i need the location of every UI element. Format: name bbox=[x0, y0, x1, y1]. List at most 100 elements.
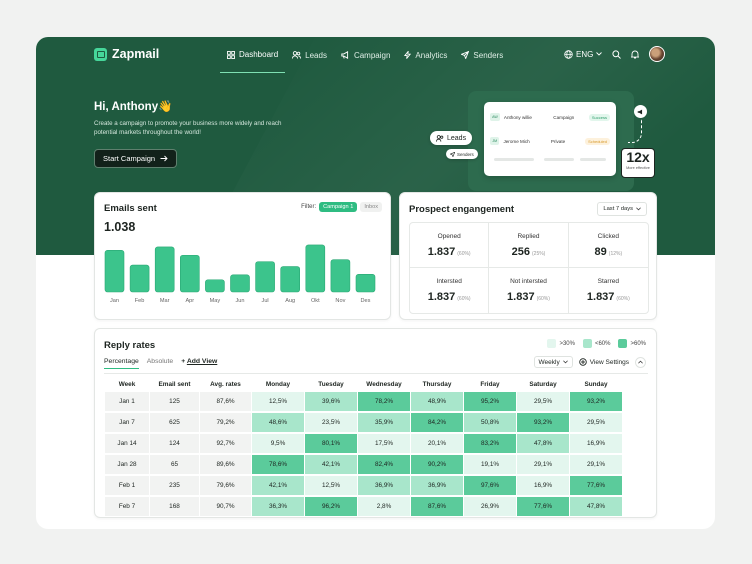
metric-label: Not intersted bbox=[510, 278, 547, 285]
col-email-sent: Email sent bbox=[158, 380, 191, 388]
bar-feb[interactable] bbox=[129, 264, 150, 293]
app-name: Zapmail bbox=[112, 47, 160, 61]
legend-item: >60% bbox=[618, 339, 646, 348]
users-icon bbox=[292, 51, 302, 59]
col-avg-rates: Avg. rates bbox=[210, 380, 241, 388]
metric-value: 89 bbox=[594, 245, 607, 258]
metric-value: 1.837 bbox=[586, 291, 615, 303]
tab-percentage[interactable]: Percentage bbox=[104, 358, 139, 369]
bar-nov[interactable] bbox=[330, 259, 351, 293]
send-icon bbox=[461, 51, 470, 59]
bar-jan[interactable] bbox=[104, 250, 125, 293]
heatmap-cell: 77,6% bbox=[570, 476, 622, 495]
metric-percent: (60%) bbox=[616, 296, 630, 302]
cell-email-sent: 625 bbox=[150, 413, 199, 432]
bar-jun[interactable] bbox=[230, 274, 250, 293]
heatmap-cell: 93,2% bbox=[517, 413, 569, 432]
x-tick-label: Des bbox=[361, 298, 371, 304]
bar-aug[interactable] bbox=[280, 266, 300, 293]
heatmap-cell: 42,1% bbox=[252, 476, 304, 495]
table-header-row: Week Email sent Avg. rates Monday Tuesda… bbox=[105, 378, 622, 390]
heatmap-cell: 77,6% bbox=[517, 497, 569, 516]
bar-des[interactable] bbox=[355, 274, 376, 293]
bar-jul[interactable] bbox=[255, 261, 275, 293]
nav-item-label: Campaign bbox=[353, 50, 391, 60]
metric-opened: Opened 1.837 (60%) bbox=[410, 223, 490, 268]
heatmap-cell: 90,2% bbox=[411, 455, 463, 474]
leads-pill-label: Leads bbox=[447, 134, 467, 142]
col-sunday: Sunday bbox=[584, 380, 608, 388]
filter-chip-inbox[interactable]: Inbox bbox=[360, 202, 382, 212]
avatar[interactable] bbox=[649, 46, 666, 62]
heatmap-cell: 84,2% bbox=[411, 413, 463, 432]
heatmap-cell: 48,6% bbox=[252, 413, 304, 432]
collapse-button[interactable] bbox=[635, 356, 646, 368]
reply-rates-title: Reply rates bbox=[104, 340, 156, 351]
metrics-grid: Opened 1.837 (60%) Replied 256 (25%) Click… bbox=[409, 222, 649, 314]
top-nav: Zapmail Dashboard Leads Campaign Analyti… bbox=[36, 37, 715, 73]
status-badge: Scheduled bbox=[585, 137, 610, 145]
nav-item-senders[interactable]: Senders bbox=[454, 37, 510, 73]
start-campaign-button[interactable]: Start Campaign bbox=[94, 149, 178, 168]
chevron-down-icon bbox=[562, 360, 568, 364]
bell-icon[interactable] bbox=[631, 50, 640, 59]
bar-okt[interactable] bbox=[305, 244, 326, 293]
cell-email-sent: 124 bbox=[150, 434, 199, 453]
heatmap-cell: 29,5% bbox=[570, 413, 622, 432]
heatmap-cell: 83,2% bbox=[464, 434, 516, 453]
filter-label: Filter: bbox=[301, 204, 317, 210]
weekly-label: Weekly bbox=[538, 358, 560, 366]
cell-week: Jan 14 bbox=[105, 434, 149, 453]
weekly-select[interactable]: Weekly bbox=[533, 356, 573, 368]
legend-swatch bbox=[618, 339, 628, 348]
illustration-row: JM Jerome Mich Private Scheduled bbox=[490, 134, 610, 148]
language-select[interactable]: ENG bbox=[564, 50, 603, 59]
nav-right: ENG bbox=[564, 46, 666, 62]
metric-starred: Starred 1.837 (60%) bbox=[569, 268, 648, 313]
table-row: Feb 1 235 79,6% 42,1% 12,5% 36,9% 36,9% 97,6% 16… bbox=[105, 476, 622, 495]
metric-label: Intersted bbox=[436, 278, 462, 285]
nav-item-label: Analytics bbox=[415, 50, 448, 60]
nav-item-analytics[interactable]: Analytics bbox=[397, 37, 454, 73]
chevron-up-icon bbox=[638, 360, 643, 364]
nav-item-leads[interactable]: Leads bbox=[285, 37, 334, 73]
placeholder-bar bbox=[580, 158, 606, 161]
start-campaign-label: Start Campaign bbox=[103, 154, 156, 163]
view-settings-label: View Settings bbox=[589, 358, 629, 366]
cell-avg-rate: 89,6% bbox=[200, 455, 251, 474]
col-week: Week bbox=[118, 380, 136, 388]
heatmap-cell: 26,9% bbox=[464, 497, 516, 516]
heatmap-cell: 47,8% bbox=[570, 497, 622, 516]
heatmap-cell: 95,2% bbox=[464, 392, 516, 411]
view-settings-button[interactable]: View Settings bbox=[578, 358, 629, 366]
nav-item-dashboard[interactable]: Dashboard bbox=[220, 37, 286, 73]
metric-value: 256 bbox=[511, 245, 530, 258]
leads-pill: Leads bbox=[430, 131, 473, 145]
senders-pill-label: Senders bbox=[457, 151, 474, 157]
x-tick-label: Jan bbox=[110, 298, 119, 304]
period-select[interactable]: Last 7 days bbox=[597, 202, 647, 216]
cell-avg-rate: 79,6% bbox=[200, 476, 251, 495]
cell-email-sent: 235 bbox=[150, 476, 199, 495]
col-tuesday: Tuesday bbox=[318, 380, 344, 388]
bar-may[interactable] bbox=[205, 279, 225, 293]
search-icon[interactable] bbox=[612, 49, 622, 59]
nav-item-label: Dashboard bbox=[239, 50, 279, 59]
tab-absolute[interactable]: Absolute bbox=[147, 358, 173, 369]
bar-apr[interactable] bbox=[180, 254, 200, 293]
filter-chip-campaign[interactable]: Campaign 1 bbox=[319, 202, 358, 212]
senders-pill: Senders bbox=[446, 149, 478, 159]
nav-item-campaign[interactable]: Campaign bbox=[334, 37, 397, 73]
legend-label: >30% bbox=[559, 340, 575, 347]
table-row: Jan 28 65 89,6% 78,6% 42,1% 82,4% 90,2% 19,1% 29… bbox=[105, 455, 622, 474]
legend-swatch bbox=[547, 339, 557, 348]
add-view-button[interactable]: + Add View bbox=[181, 358, 217, 369]
legend-label: <60% bbox=[594, 340, 611, 347]
heatmap-cell: 93,2% bbox=[570, 392, 622, 411]
logo[interactable]: Zapmail bbox=[94, 47, 159, 61]
table-row: Feb 7 168 90,7% 36,3% 96,2% 2,8% 87,6% 26,9% 77,… bbox=[105, 497, 622, 516]
col-friday: Friday bbox=[480, 380, 500, 388]
cell-week: Feb 1 bbox=[105, 476, 149, 495]
cell-week: Feb 7 bbox=[105, 497, 149, 516]
bar-mar[interactable] bbox=[154, 246, 175, 293]
